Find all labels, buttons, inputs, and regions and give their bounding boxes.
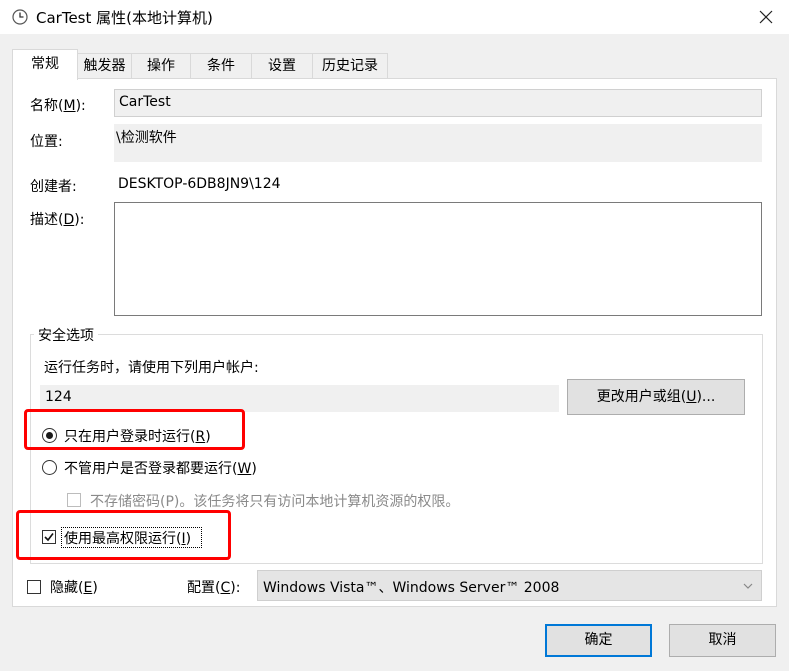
close-icon (759, 10, 773, 24)
description-label: 描述(D): (30, 212, 85, 228)
tab-conditions[interactable]: 条件 (190, 53, 252, 79)
no-store-password-checkbox[interactable] (67, 493, 81, 507)
ok-button[interactable]: 确定 (545, 624, 652, 657)
tab-history[interactable]: 历史记录 (312, 53, 388, 79)
location-field: \检测软件 (114, 124, 762, 162)
close-button[interactable] (743, 0, 789, 34)
location-value: \检测软件 (116, 130, 177, 146)
option-logged-on-label[interactable]: 只在用户登录时运行(R) (64, 426, 211, 446)
no-store-password-label: 不存储密码(P)。该任务将只有访问本地计算机资源的权限。 (90, 494, 460, 510)
user-account-field: 124 (40, 385, 559, 412)
window-title: CarTest 属性(本地计算机) (36, 9, 213, 27)
tab-settings[interactable]: 设置 (251, 53, 313, 79)
configure-value: Windows Vista™、Windows Server™ 2008 (263, 580, 560, 596)
title-bar: CarTest 属性(本地计算机) (0, 0, 789, 34)
change-user-button[interactable]: 更改用户或组(U)... (567, 379, 745, 415)
location-label: 位置: (30, 134, 63, 150)
chevron-down-icon (743, 583, 753, 589)
tab-actions[interactable]: 操作 (131, 53, 191, 79)
configure-label: 配置(C): (187, 580, 241, 596)
author-value: DESKTOP-6DB8JN9\124 (118, 176, 281, 192)
name-label: 名称(M): (30, 98, 86, 114)
description-textarea[interactable] (114, 202, 762, 316)
configure-dropdown[interactable]: Windows Vista™、Windows Server™ 2008 (257, 570, 762, 601)
security-group-title: 安全选项 (34, 325, 98, 345)
radio-whether-logged[interactable] (42, 460, 57, 475)
author-label: 创建者: (30, 179, 77, 195)
user-account-value: 124 (45, 389, 72, 405)
name-field[interactable]: CarTest (114, 89, 762, 117)
radio-logged-on[interactable] (42, 428, 57, 443)
hidden-label[interactable]: 隐藏(E) (50, 577, 98, 597)
hidden-checkbox[interactable] (27, 580, 41, 594)
name-value: CarTest (119, 94, 171, 110)
cancel-button[interactable]: 取消 (669, 624, 776, 657)
clock-icon (12, 9, 28, 25)
tab-general[interactable]: 常规 (12, 49, 78, 80)
highest-privileges-checkbox[interactable] (42, 530, 56, 544)
highest-privileges-focus-rect (61, 527, 202, 548)
tab-triggers[interactable]: 触发器 (77, 53, 132, 79)
option-whether-logged-label[interactable]: 不管用户是否登录都要运行(W) (64, 458, 257, 478)
checkmark-icon (44, 533, 54, 542)
run-as-prompt: 运行任务时，请使用下列用户帐户: (44, 360, 259, 376)
